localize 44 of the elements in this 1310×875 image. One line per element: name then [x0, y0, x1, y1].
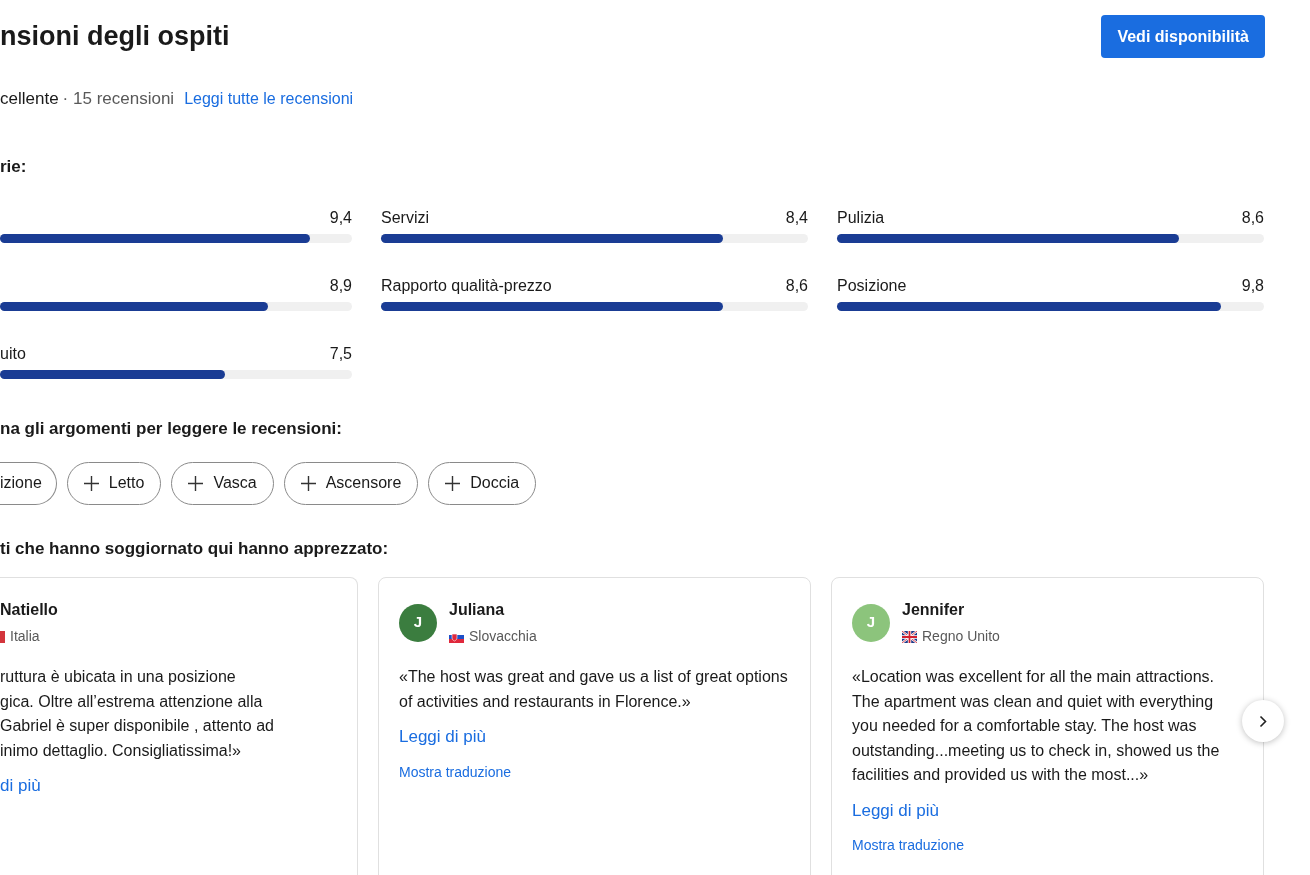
- categories-title: rie:: [0, 155, 28, 178]
- translate-link[interactable]: Mostra traduzione: [852, 835, 1243, 856]
- flag-icon: [902, 630, 917, 643]
- category-score: 8,6: [785, 276, 808, 294]
- category-score: 9,8: [1241, 276, 1264, 294]
- category-score: 9,4: [329, 208, 352, 226]
- read-more-link[interactable]: Leggi di più: [399, 724, 790, 750]
- flag-icon: [0, 630, 5, 643]
- reviewer-name: Juliana: [449, 600, 506, 620]
- rating-word: cellente: [0, 88, 59, 110]
- chevron-right-icon: [1259, 714, 1267, 728]
- category-label: Servizi: [381, 208, 429, 226]
- read-more-link[interactable]: di più: [0, 773, 341, 799]
- reviewer-country: Italia: [10, 627, 40, 646]
- category-label: Posizione: [837, 276, 907, 294]
- reviewer-country: Slovacchia: [469, 627, 537, 646]
- reviewer-name: Jennifer: [902, 600, 966, 620]
- plus-icon: [300, 475, 316, 491]
- user-avatar: J: [852, 603, 890, 642]
- translate-link[interactable]: Mostra traduzione: [399, 761, 790, 783]
- review-text: «The host was great and gave us a list of great options of activities and restaurants in Florence.»: [399, 667, 789, 712]
- reviewer-country: Regno Unito: [922, 627, 1000, 646]
- category-score: 8,4: [785, 208, 808, 226]
- review-text: «Location was excellent for all the main attractions. The apartment was clean and quiet with everything you needed for a comfortable stay. The host was outstanding...meeting us to check in, showed us the facilities and provided us with the most...»: [852, 667, 1221, 785]
- review-count: · 15 recensioni: [62, 88, 175, 110]
- topics-title: na gli argomenti per leggere le recensioni:: [0, 418, 343, 440]
- read-more-link[interactable]: Leggi di più: [852, 797, 1243, 823]
- category-label: Pulizia: [837, 208, 885, 226]
- plus-icon: [83, 475, 99, 491]
- availability-button[interactable]: Vedi disponibilità: [1101, 15, 1265, 58]
- all-reviews-link[interactable]: Leggi tutte le recensioni: [184, 87, 354, 111]
- next-button[interactable]: [1242, 700, 1284, 742]
- category-score: 7,5: [329, 344, 352, 362]
- review-text: ruttura è ubicata in una posizione gica. Oltre all’estrema attenzione alla Gabriel è super disponibile , attento ad inimo dettaglio. Consigliatissima!»: [0, 667, 275, 761]
- plus-icon: [188, 475, 204, 491]
- reviews-title: ti che hanno soggiornato qui hanno apprezzato:: [0, 537, 390, 560]
- plus-icon: [445, 475, 461, 491]
- user-avatar: J: [399, 603, 437, 642]
- category-label: Rapporto qualità-prezzo: [381, 276, 552, 294]
- category-score: 8,6: [1241, 208, 1264, 226]
- category-label: uito: [0, 344, 26, 362]
- section-title: nsioni degli ospiti: [0, 20, 230, 53]
- reviewer-name: Natiello: [0, 600, 58, 620]
- category-score: 8,9: [329, 276, 352, 294]
